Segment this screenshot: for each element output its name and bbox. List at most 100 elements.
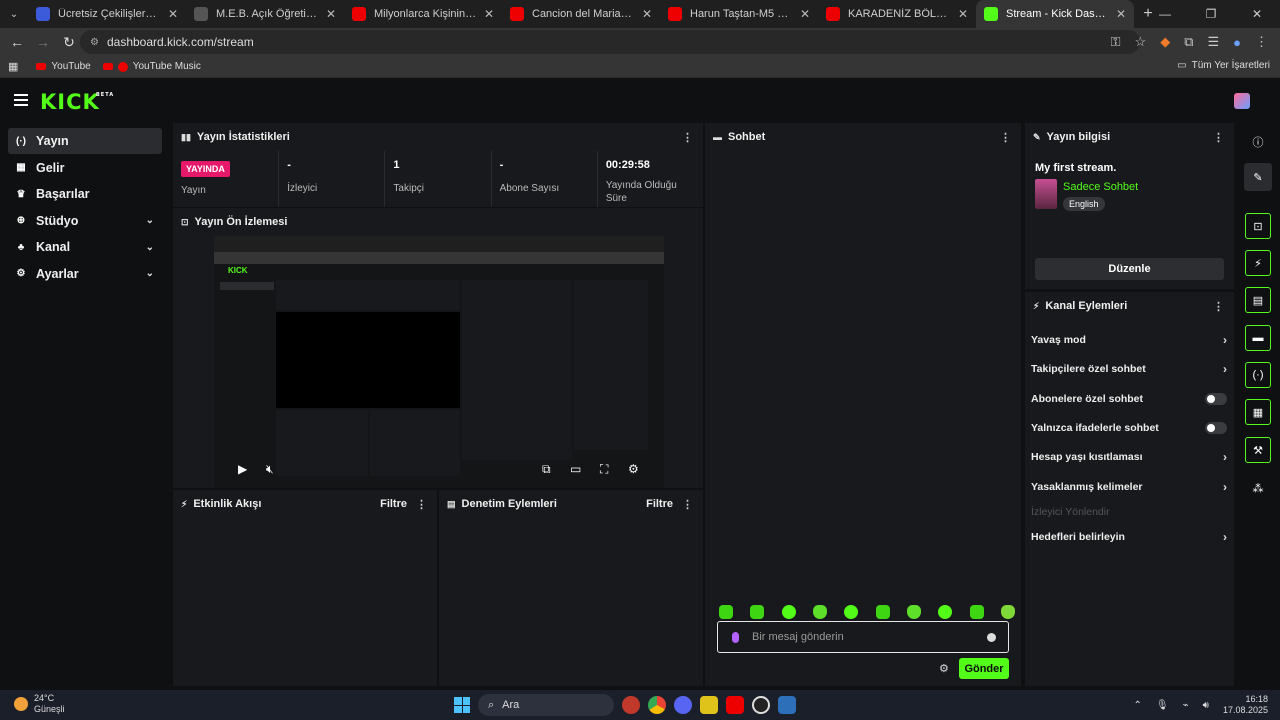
chat-input[interactable]: Bir mesaj gönderin [717,621,1009,653]
forward-icon[interactable]: → [30,34,56,50]
microphone-icon[interactable] [732,632,739,643]
emote-icon[interactable] [844,605,859,619]
sidebar-item-settings[interactable]: ⚙ Ayarlar ⌄ [8,261,162,287]
pencil-icon[interactable]: ✎ [1244,163,1272,191]
bolt-icon[interactable]: ⚡︎ [1245,250,1271,276]
windows-start-icon[interactable] [454,697,470,713]
site-info-icon[interactable]: ⚙ [90,37,99,48]
emote-icon[interactable] [969,605,984,619]
bookmark-youtube-music[interactable]: YouTube Music [102,61,201,72]
reading-list-icon[interactable]: ☰ [1207,34,1219,50]
emote-icon[interactable] [719,605,733,619]
tab-search-icon[interactable]: ⌄ [0,0,28,28]
apps-grid-icon[interactable]: ▦ [8,60,18,73]
tab-close-icon[interactable]: ✕ [168,7,178,21]
emoji-icon[interactable] [987,633,996,642]
profile-avatar-icon[interactable]: ● [1233,35,1241,50]
emote-icon[interactable] [812,605,827,619]
emote-icon[interactable] [781,605,796,619]
taskbar-search[interactable]: ⌕ Ara [478,694,614,716]
chat-bubble-icon[interactable]: ▬ [1245,325,1271,351]
theater-icon[interactable]: ▭ [570,462,581,476]
video-player[interactable]: KICK ▶ 🔇︎ ⧉ ▭ ⛶ ⚙ [214,236,664,488]
play-icon[interactable]: ▶ [238,462,247,476]
emotes-only-toggle[interactable] [1205,422,1227,434]
sidebar-item-channel[interactable]: ♣ Kanal ⌄ [8,234,162,260]
opera-gx-icon[interactable] [752,696,770,714]
emote-icon[interactable] [1000,605,1015,619]
subscribers-only-toggle[interactable] [1205,393,1227,405]
bookmark-youtube[interactable]: YouTube [36,61,91,72]
all-bookmarks[interactable]: ▭ Tüm Yer İşaretleri [1177,60,1270,71]
more-options-icon[interactable]: ⋮ [682,498,693,511]
action-set-goals[interactable]: Hedefleri belirleyin › [1031,528,1229,546]
discord-icon[interactable] [674,696,692,714]
filter-button[interactable]: Filtre [646,498,673,510]
browser-tab[interactable]: Harun Taştan-M5 E60 S VİRAJI ✕ [660,0,818,28]
tab-close-icon[interactable]: ✕ [484,7,494,21]
fullscreen-icon[interactable]: ⛶ [600,462,608,477]
sidebar-item-achievements[interactable]: ♛ Başarılar [8,181,162,207]
game-app-icon[interactable] [778,696,796,714]
reload-icon[interactable]: ↻ [56,34,82,51]
pip-icon[interactable]: ⧉ [542,462,551,477]
emote-icon[interactable] [750,605,765,619]
browser-tab[interactable]: Milyonlarca Kişinin Merak Ettiği ✕ [344,0,502,28]
browser-tab[interactable]: Ücretsiz Çekilişlere Katılmak İçin ✕ [28,0,186,28]
more-options-icon[interactable]: ⋮ [682,131,693,144]
bookmark-star-icon[interactable]: ☆ [1135,34,1147,50]
category-link[interactable]: Sadece Sohbet [1063,181,1138,193]
apps-icon[interactable]: ⁂ [1244,474,1272,502]
action-account-age[interactable]: Hesap yaşı kısıtlaması › [1031,448,1229,466]
tab-close-icon[interactable]: ✕ [326,7,336,21]
tab-close-icon[interactable]: ✕ [642,7,652,21]
extensions-puzzle-icon[interactable]: ⧉ [1184,34,1193,50]
emote-icon[interactable] [938,605,953,619]
minimize-icon[interactable]: — [1142,0,1188,28]
kick-app-icon[interactable] [700,696,718,714]
more-options-icon[interactable]: ⋮ [416,498,427,511]
close-icon[interactable]: ✕ [1234,0,1280,28]
browser-tab[interactable]: M.E.B. Açık Öğretim Lisesi ve M ✕ [186,0,344,28]
document-icon[interactable]: ▤ [1245,287,1271,313]
password-key-icon[interactable]: ⚿ [1111,34,1121,50]
emote-icon[interactable] [906,605,921,619]
tab-close-icon[interactable]: ✕ [800,7,810,21]
maximize-icon[interactable]: ❐ [1188,0,1234,28]
more-options-icon[interactable]: ⋮ [1213,300,1224,313]
chevron-up-icon[interactable]: ⌃ [1134,700,1142,711]
youtube-app-icon[interactable] [726,696,744,714]
edit-button[interactable]: Düzenle [1035,258,1224,280]
network-icon[interactable]: ⌁ [1183,700,1189,711]
more-options-icon[interactable]: ⋮ [1000,131,1011,144]
action-slow-mode[interactable]: Yavaş mod › [1031,331,1229,349]
filter-button[interactable]: Filtre [380,498,407,510]
mute-icon[interactable]: 🔇︎ [266,462,274,477]
sidebar-item-studio[interactable]: ⊕ Stüdyo ⌄ [8,208,162,234]
extension-icon[interactable]: ◆ [1160,34,1170,50]
volume-icon[interactable]: 🔊︎ [1203,700,1209,711]
microphone-tray-icon[interactable]: 🎙︎ [1156,700,1169,711]
browser-tab[interactable]: Cancion del Mariachi - YouTube ✕ [502,0,660,28]
user-avatar[interactable] [1234,93,1250,109]
sidebar-item-stream[interactable]: (·) Yayın [8,128,162,154]
wrench-icon[interactable]: ⚒ [1245,437,1271,463]
action-followers-only[interactable]: Takipçilere özel sohbet › [1031,360,1229,378]
more-options-icon[interactable]: ⋮ [1213,131,1224,144]
sidebar-item-revenue[interactable]: ▦ Gelir [8,155,162,181]
weather-widget[interactable]: 24°C Güneşli [14,693,65,715]
clock[interactable]: 16:18 17.08.2025 [1223,694,1268,716]
chrome-icon[interactable] [648,696,666,714]
url-field[interactable]: ⚙ dashboard.kick.com/stream [80,30,1140,54]
broadcast-icon[interactable]: (·) [1245,362,1271,388]
chat-settings-icon[interactable]: ⚙ [939,662,949,675]
layout-icon[interactable]: ▦ [1245,399,1271,425]
menu-icon[interactable] [14,94,28,106]
emote-icon[interactable] [875,605,890,619]
send-button[interactable]: Gönder [959,658,1009,679]
action-banned-words[interactable]: Yasaklanmış kelimeler › [1031,478,1229,496]
app-icon[interactable] [622,696,640,714]
browser-menu-icon[interactable]: ⋮ [1255,34,1268,50]
tab-close-icon[interactable]: ✕ [958,7,968,21]
browser-tab[interactable]: Stream - Kick Dashboard ✕ [976,0,1134,28]
